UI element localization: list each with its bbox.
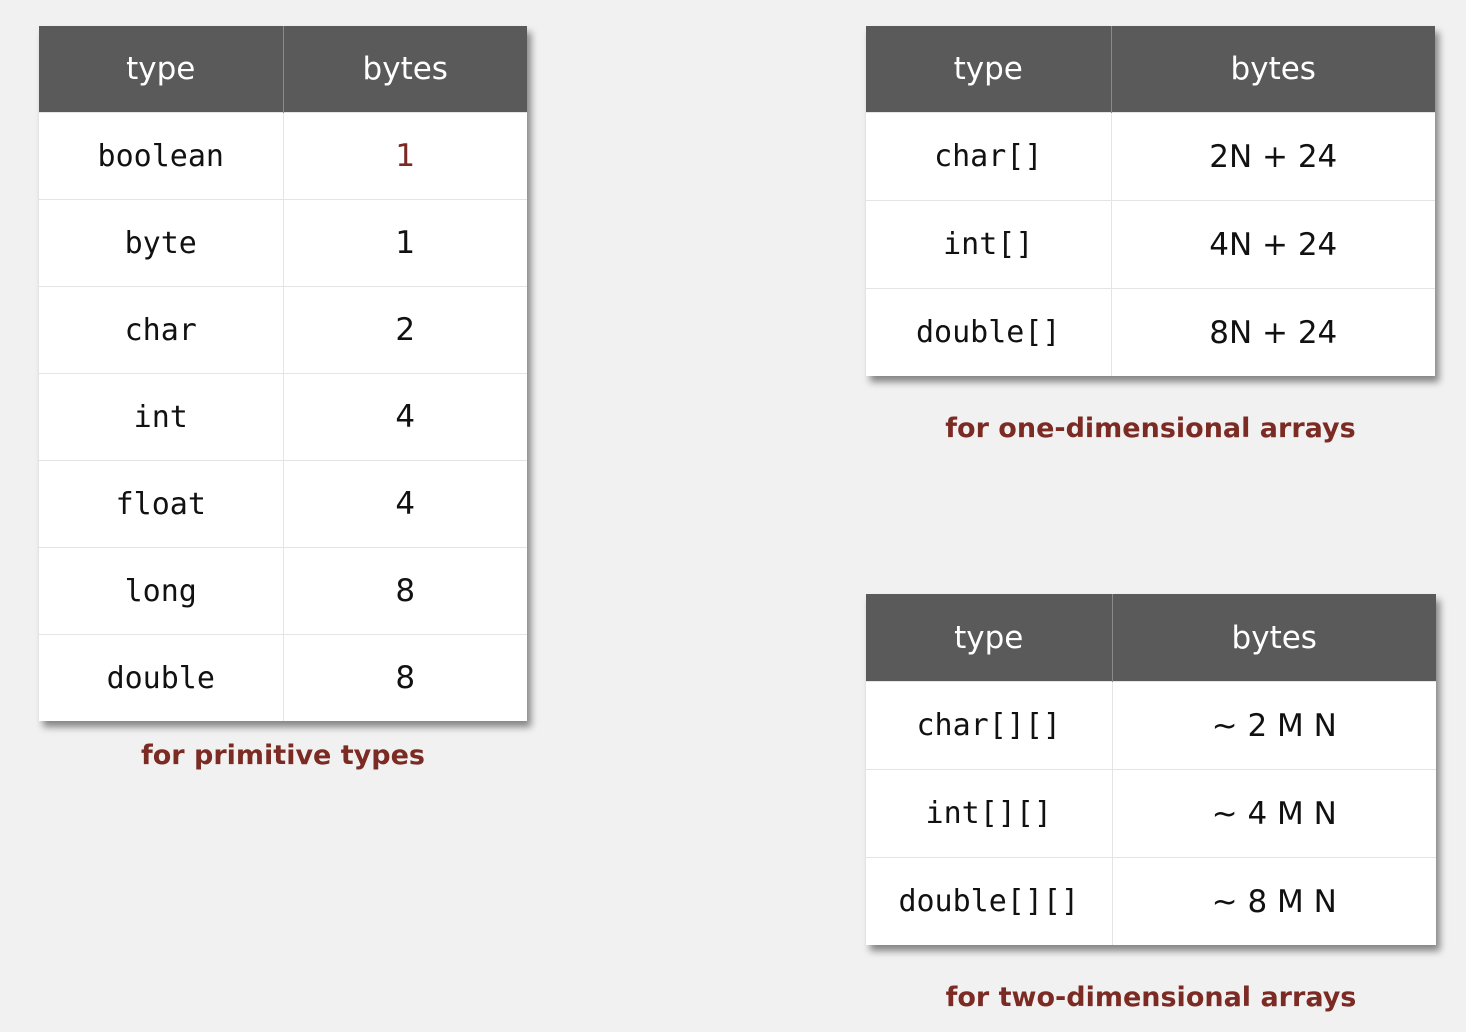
type-cell: int	[39, 373, 284, 461]
table-row: int[] 4N + 24	[866, 200, 1435, 289]
bytes-cell: 8	[283, 634, 527, 721]
bytes-cell: 2	[283, 286, 527, 374]
type-cell: char[]	[866, 112, 1112, 201]
column-header-bytes: bytes	[1112, 594, 1436, 682]
bytes-cell: 4	[283, 460, 527, 548]
bytes-cell: 8N + 24	[1111, 288, 1435, 376]
two-dimensional-arrays-caption: for two-dimensional arrays	[945, 982, 1357, 1013]
column-header-type: type	[866, 26, 1112, 113]
table-row: double 8	[39, 634, 527, 721]
bytes-cell: ~ 8 M N	[1112, 857, 1436, 945]
type-cell: char[][]	[866, 681, 1113, 770]
primitive-types-table: type bytes boolean 1 byte 1 char 2 int 4…	[39, 26, 527, 721]
type-cell: int[][]	[866, 769, 1113, 858]
table-header-row: type bytes	[866, 594, 1436, 682]
column-header-bytes: bytes	[283, 26, 527, 113]
table-row: char 2	[39, 286, 527, 374]
column-header-type: type	[866, 594, 1113, 682]
type-cell: char	[39, 286, 284, 374]
bytes-cell: 2N + 24	[1111, 112, 1435, 201]
one-dimensional-arrays-caption: for one-dimensional arrays	[945, 413, 1356, 444]
column-header-type: type	[39, 26, 284, 113]
type-cell: double	[39, 634, 284, 721]
table-row: int 4	[39, 373, 527, 461]
table-row: long 8	[39, 547, 527, 635]
bytes-cell: 1	[283, 199, 527, 287]
bytes-cell: 4	[283, 373, 527, 461]
table-row: byte 1	[39, 199, 527, 287]
bytes-cell: 1	[283, 112, 527, 200]
type-cell: double[][]	[866, 857, 1113, 945]
type-cell: float	[39, 460, 284, 548]
table-header-row: type bytes	[39, 26, 527, 113]
bytes-cell: ~ 4 M N	[1112, 769, 1436, 858]
table-row: boolean 1	[39, 112, 527, 200]
table-row: float 4	[39, 460, 527, 548]
table-row: char[][] ~ 2 M N	[866, 681, 1436, 770]
table-row: int[][] ~ 4 M N	[866, 769, 1436, 858]
one-dimensional-arrays-table: type bytes char[] 2N + 24 int[] 4N + 24 …	[866, 26, 1435, 376]
column-header-bytes: bytes	[1111, 26, 1435, 113]
table-header-row: type bytes	[866, 26, 1435, 113]
bytes-cell: 8	[283, 547, 527, 635]
type-cell: int[]	[866, 200, 1112, 289]
table-row: double[] 8N + 24	[866, 288, 1435, 376]
type-cell: long	[39, 547, 284, 635]
bytes-cell: 4N + 24	[1111, 200, 1435, 289]
primitive-types-caption: for primitive types	[141, 740, 425, 771]
type-cell: double[]	[866, 288, 1112, 376]
bytes-cell: ~ 2 M N	[1112, 681, 1436, 770]
table-row: char[] 2N + 24	[866, 112, 1435, 201]
table-row: double[][] ~ 8 M N	[866, 857, 1436, 945]
two-dimensional-arrays-table: type bytes char[][] ~ 2 M N int[][] ~ 4 …	[866, 594, 1436, 945]
type-cell: byte	[39, 199, 284, 287]
type-cell: boolean	[39, 112, 284, 200]
